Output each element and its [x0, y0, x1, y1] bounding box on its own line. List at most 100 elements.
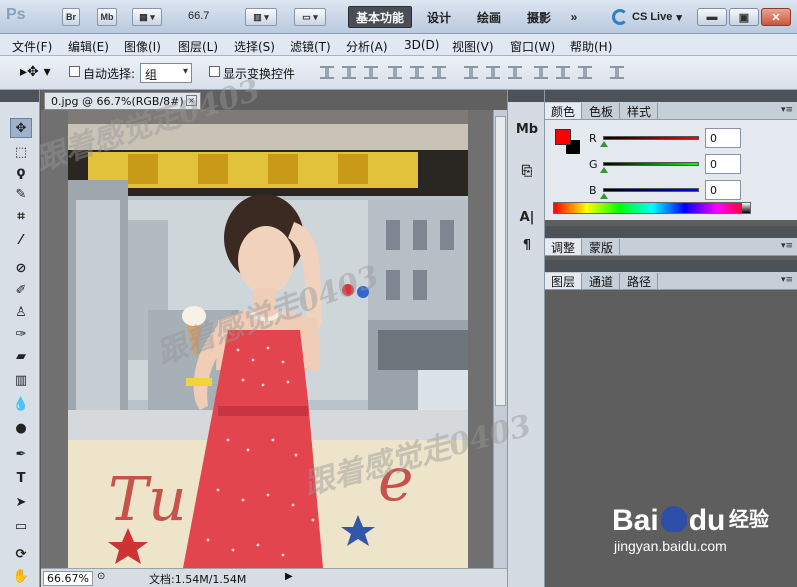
show-transform-checkbox[interactable]	[209, 66, 220, 77]
distribute-bottom-icon[interactable]	[508, 66, 522, 79]
status-menu-arrow-icon[interactable]: ▶	[285, 571, 293, 582]
workspace-design[interactable]: 设计	[424, 6, 454, 28]
shape-tool-icon[interactable]: ▭	[10, 516, 32, 536]
channel-b-input[interactable]: 0	[705, 180, 741, 200]
blur-tool-icon[interactable]: 💧	[10, 394, 32, 414]
brush-tool-icon[interactable]: ✐	[10, 280, 32, 300]
menu-filter[interactable]: 滤镜(T)	[290, 38, 331, 55]
channel-g-input[interactable]: 0	[705, 154, 741, 174]
panel-menu-icon[interactable]: ▾≡	[781, 241, 793, 251]
distribute-hcenter-icon[interactable]	[556, 66, 570, 79]
channel-b-slider[interactable]	[600, 188, 699, 199]
history-brush-tool-icon[interactable]: ✑	[10, 324, 32, 344]
menu-edit[interactable]: 编辑(E)	[68, 38, 109, 55]
tools-panel-header[interactable]	[0, 90, 39, 102]
paragraph-icon[interactable]: ¶	[516, 234, 538, 256]
document-tab[interactable]: 0.jpg @ 66.7%(RGB/8#) ×	[44, 92, 201, 110]
workspace-painting[interactable]: 绘画	[474, 6, 504, 28]
layers-group-header[interactable]	[545, 260, 797, 272]
cs-live-button[interactable]: CS Live ▾	[612, 8, 682, 26]
distribute-left-icon[interactable]	[534, 66, 548, 79]
distribute-vcenter-icon[interactable]	[486, 66, 500, 79]
dodge-tool-icon[interactable]: ●	[10, 418, 32, 438]
workspace-essentials[interactable]: 基本功能	[348, 6, 412, 28]
distribute-top-icon[interactable]	[464, 66, 478, 79]
panel-menu-icon[interactable]: ▾≡	[781, 275, 793, 285]
workspace-photography[interactable]: 摄影	[524, 6, 554, 28]
distribute-right-icon[interactable]	[578, 66, 592, 79]
panel-group-header[interactable]	[545, 90, 797, 102]
history-icon[interactable]: ⎘	[516, 160, 538, 182]
vertical-scrollbar[interactable]	[493, 110, 507, 568]
mini-bridge-icon[interactable]: Mb	[516, 118, 538, 140]
auto-align-icon[interactable]	[610, 66, 624, 79]
menu-layer[interactable]: 图层(L)	[178, 38, 218, 55]
menu-3d[interactable]: 3D(D)	[404, 38, 439, 52]
zoom-field[interactable]: 66.67%	[43, 571, 93, 586]
menu-help[interactable]: 帮助(H)	[570, 38, 612, 55]
canvas-area[interactable]: Tu e	[41, 110, 493, 568]
menu-image[interactable]: 图像(I)	[124, 38, 161, 55]
panel-menu-icon[interactable]: ▾≡	[781, 105, 793, 115]
tab-adjustments[interactable]: 调整	[545, 239, 583, 255]
foreground-color-swatch[interactable]	[555, 129, 571, 145]
marquee-tool-icon[interactable]: ⬚	[10, 142, 32, 162]
quick-selection-tool-icon[interactable]: ✎	[10, 184, 32, 204]
close-window-button[interactable]: ✕	[761, 8, 791, 26]
tab-swatches[interactable]: 色板	[583, 103, 621, 119]
tab-channels[interactable]: 通道	[583, 273, 621, 289]
path-selection-tool-icon[interactable]: ➤	[10, 492, 32, 512]
tab-styles[interactable]: 样式	[621, 103, 659, 119]
move-tool-preset-picker[interactable]: ▸✥ ▾	[20, 64, 51, 80]
tab-color[interactable]: 颜色	[545, 103, 583, 119]
clone-stamp-tool-icon[interactable]: ♙	[10, 302, 32, 322]
screen-mode-button[interactable]: ▭ ▾	[294, 8, 326, 26]
crop-tool-icon[interactable]: ⌗	[10, 206, 32, 226]
align-top-icon[interactable]	[320, 66, 334, 79]
minimize-button[interactable]: ▬	[697, 8, 727, 26]
auto-select-checkbox[interactable]	[69, 66, 80, 77]
align-bottom-icon[interactable]	[364, 66, 378, 79]
menu-select[interactable]: 选择(S)	[234, 38, 275, 55]
close-document-icon[interactable]: ×	[186, 95, 197, 106]
channel-r-input[interactable]: 0	[705, 128, 741, 148]
character-icon[interactable]: A|	[516, 206, 538, 228]
menu-file[interactable]: 文件(F)	[12, 38, 52, 55]
mini-bridge-button[interactable]: Mb	[97, 8, 117, 26]
dock-header[interactable]	[508, 90, 544, 102]
eraser-tool-icon[interactable]: ▰	[10, 346, 32, 366]
auto-select-label: 自动选择:	[83, 67, 136, 81]
color-spectrum-bar[interactable]	[553, 202, 751, 214]
align-hcenter-icon[interactable]	[410, 66, 424, 79]
3d-rotate-tool-icon[interactable]: ⟳	[10, 544, 32, 564]
align-left-icon[interactable]	[388, 66, 402, 79]
align-right-icon[interactable]	[432, 66, 446, 79]
eyedropper-tool-icon[interactable]: ⁄	[10, 230, 32, 250]
more-workspaces-button[interactable]: »	[564, 6, 584, 28]
menu-view[interactable]: 视图(V)	[452, 38, 494, 55]
channel-g-slider[interactable]	[600, 162, 699, 173]
arrange-documents-button[interactable]: ▥ ▾	[245, 8, 277, 26]
type-tool-icon[interactable]: T	[10, 468, 32, 488]
pen-tool-icon[interactable]: ✒	[10, 444, 32, 464]
view-extras-button[interactable]: ▦ ▾	[132, 8, 162, 26]
healing-brush-tool-icon[interactable]: ⊘	[10, 258, 32, 278]
adjustments-group-header[interactable]	[545, 226, 797, 238]
tab-masks[interactable]: 蒙版	[583, 239, 621, 255]
gradient-tool-icon[interactable]: ▥	[10, 370, 32, 390]
menu-analysis[interactable]: 分析(A)	[346, 38, 388, 55]
status-info-icon[interactable]: ⊙	[97, 571, 105, 582]
align-vcenter-icon[interactable]	[342, 66, 356, 79]
menu-window[interactable]: 窗口(W)	[510, 38, 555, 55]
tab-layers[interactable]: 图层	[545, 273, 583, 289]
move-tool-icon[interactable]: ✥	[10, 118, 32, 138]
hand-tool-icon[interactable]: ✋	[10, 566, 32, 586]
zoom-level[interactable]: 66.7	[188, 10, 209, 22]
bridge-button[interactable]: Br	[62, 8, 80, 26]
scrollbar-thumb[interactable]	[495, 116, 506, 406]
tab-paths[interactable]: 路径	[621, 273, 659, 289]
auto-select-dropdown[interactable]: 组	[140, 63, 192, 83]
restore-button[interactable]: ▣	[729, 8, 759, 26]
channel-r-slider[interactable]	[600, 136, 699, 147]
lasso-tool-icon[interactable]: ϙ	[10, 162, 32, 182]
